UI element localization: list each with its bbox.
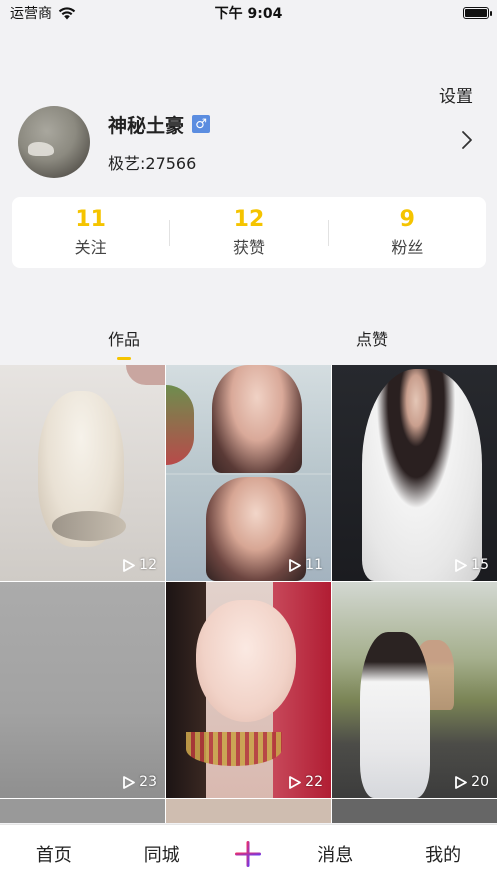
- stat-likes-received[interactable]: 12 获赞: [170, 207, 327, 258]
- play-count-value: 12: [139, 557, 157, 573]
- video-thumbnail[interactable]: [0, 799, 165, 823]
- video-thumbnail[interactable]: 23: [0, 582, 165, 798]
- video-thumbnail[interactable]: 22: [166, 582, 331, 798]
- status-left: 运营商: [10, 3, 76, 23]
- play-count-value: 11: [305, 557, 323, 573]
- chevron-right-icon[interactable]: [460, 130, 474, 150]
- avatar[interactable]: [18, 106, 90, 178]
- stat-label: 获赞: [232, 238, 265, 257]
- play-count-value: 20: [471, 774, 489, 790]
- thumbnail-image: [166, 473, 331, 475]
- bottom-tab-bar: 首页 同城 消息 我的: [0, 824, 497, 883]
- battery-icon: [463, 7, 492, 19]
- play-count: 22: [289, 774, 323, 790]
- video-thumbnail[interactable]: 15: [332, 365, 497, 581]
- video-thumbnail[interactable]: 20: [332, 582, 497, 798]
- play-count-value: 15: [471, 557, 489, 573]
- play-count: 23: [123, 774, 157, 790]
- video-thumbnail[interactable]: [166, 799, 331, 823]
- play-count-value: 23: [139, 774, 157, 790]
- stat-value: 12: [233, 207, 265, 232]
- play-count-value: 22: [305, 774, 323, 790]
- video-grid: 12 11 15 23 22 20: [0, 365, 497, 823]
- tab-nearby[interactable]: 同城: [127, 841, 197, 867]
- play-count: 11: [289, 557, 323, 573]
- profile-row[interactable]: 神秘土豪 ♂ 极艺:27566: [18, 106, 480, 178]
- wifi-icon: [58, 6, 76, 19]
- play-icon: [289, 558, 302, 572]
- stat-followers[interactable]: 9 粉丝: [329, 207, 486, 258]
- video-thumbnail[interactable]: 12: [0, 365, 165, 581]
- status-bar: 运营商 下午 9:04: [0, 0, 497, 26]
- video-thumbnail[interactable]: [332, 799, 497, 823]
- tab-messages[interactable]: 消息: [300, 841, 370, 867]
- gender-male-icon: ♂: [192, 115, 211, 133]
- user-name: 神秘土豪: [108, 114, 185, 137]
- thumbnail-image: [212, 365, 302, 473]
- profile-info: 神秘土豪 ♂ 极艺:27566: [108, 111, 211, 174]
- thumbnail-image: [186, 732, 282, 766]
- play-icon: [289, 775, 302, 789]
- stat-value: 9: [399, 207, 415, 232]
- active-tab-indicator: [117, 357, 131, 360]
- play-count: 20: [455, 774, 489, 790]
- thumbnail-image: [362, 369, 482, 581]
- video-thumbnail[interactable]: 11: [166, 365, 331, 581]
- tab-me[interactable]: 我的: [408, 841, 478, 867]
- play-icon: [123, 775, 136, 789]
- play-count: 15: [455, 557, 489, 573]
- stat-value: 11: [75, 207, 106, 232]
- thumbnail-image: [196, 600, 296, 722]
- play-icon: [455, 775, 468, 789]
- plus-icon[interactable]: [234, 840, 262, 868]
- content-tabs: 作品 点赞: [0, 322, 497, 364]
- status-time: 下午 9:04: [214, 6, 283, 22]
- tab-home[interactable]: 首页: [19, 841, 89, 867]
- tab-liked[interactable]: 点赞: [356, 326, 388, 350]
- stat-following[interactable]: 11 关注: [12, 207, 169, 258]
- user-id: 极艺:27566: [108, 153, 197, 173]
- battery-level: [465, 9, 487, 17]
- stats-card: 11 关注 12 获赞 9 粉丝: [12, 197, 486, 268]
- play-count: 12: [123, 557, 157, 573]
- stat-label: 粉丝: [391, 238, 424, 257]
- thumbnail-image: [126, 365, 165, 385]
- tab-works[interactable]: 作品: [108, 326, 140, 350]
- name-line: 神秘土豪 ♂: [108, 111, 211, 138]
- thumbnail-image: [52, 511, 126, 541]
- settings-button[interactable]: 设置: [439, 82, 473, 107]
- play-icon: [123, 558, 136, 572]
- carrier-label: 运营商: [10, 6, 52, 22]
- thumbnail-image: [166, 582, 206, 798]
- stat-label: 关注: [74, 238, 107, 257]
- play-icon: [455, 558, 468, 572]
- thumbnail-image: [360, 632, 430, 798]
